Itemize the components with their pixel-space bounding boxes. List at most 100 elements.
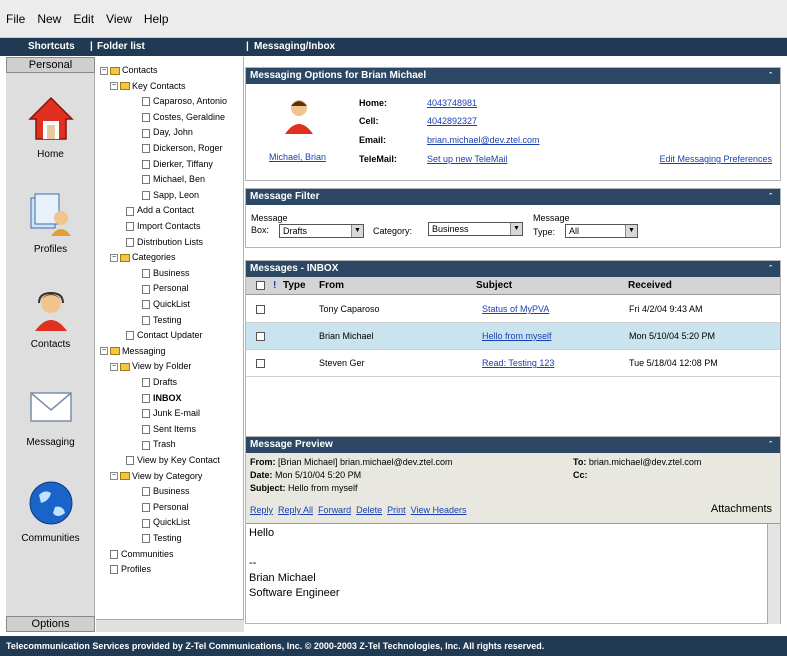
tree-item[interactable]: Sapp, Leon <box>142 189 199 201</box>
column-from[interactable]: From <box>319 280 344 291</box>
chevron-down-icon[interactable]: ▼ <box>510 223 522 235</box>
message-preview-panel: Message Preview ˆ From: [Brian Michael] … <box>245 436 781 624</box>
row-checkbox[interactable] <box>256 305 265 314</box>
row-checkbox[interactable] <box>256 332 265 341</box>
reply-link[interactable]: Reply <box>250 505 273 515</box>
tree-item[interactable]: Testing <box>142 532 182 544</box>
collapse-icon[interactable]: ˆ <box>769 189 772 205</box>
column-type[interactable]: Type <box>283 280 306 291</box>
footer-copyright: Telecommunication Services provided by Z… <box>0 636 787 656</box>
home-phone-link[interactable]: 4043748981 <box>427 98 477 108</box>
chevron-down-icon[interactable]: ▼ <box>351 225 363 237</box>
tree-item-label: Trash <box>153 439 176 450</box>
menu-file[interactable]: File <box>6 12 25 26</box>
tree-item[interactable]: − Messaging <box>100 345 166 357</box>
message-row[interactable]: Tony Caparoso Status of MyPVA Fri 4/2/04 9… <box>246 296 780 323</box>
collapse-toggle-icon[interactable]: − <box>110 253 118 262</box>
message-type-select[interactable]: All ▼ <box>565 224 638 238</box>
collapse-toggle-icon[interactable]: − <box>110 363 118 372</box>
column-received[interactable]: Received <box>628 280 672 291</box>
collapse-toggle-icon[interactable]: − <box>100 66 108 75</box>
message-body-scrollbar[interactable] <box>767 524 780 624</box>
menu-edit[interactable]: Edit <box>73 12 94 26</box>
menu-help[interactable]: Help <box>144 12 169 26</box>
delete-link[interactable]: Delete <box>356 505 382 515</box>
page-icon <box>142 315 150 325</box>
row-checkbox[interactable] <box>256 359 265 368</box>
message-box-select[interactable]: Drafts ▼ <box>279 224 364 238</box>
collapse-icon[interactable]: ˆ <box>769 68 772 84</box>
print-link[interactable]: Print <box>387 505 406 515</box>
collapse-icon[interactable]: ˆ <box>769 437 772 453</box>
tree-item[interactable]: QuickList <box>142 516 190 528</box>
message-subject-link[interactable]: Hello from myself <box>482 331 552 341</box>
attachments-label[interactable]: Attachments <box>711 503 772 515</box>
personal-tab[interactable]: Personal <box>6 57 95 73</box>
tree-item[interactable]: Sent Items <box>142 423 196 435</box>
tree-item[interactable]: Add a Contact <box>126 204 194 216</box>
column-subject[interactable]: Subject <box>476 280 512 291</box>
telemail-link[interactable]: Set up new TeleMail <box>427 154 507 164</box>
options-tab[interactable]: Options <box>6 616 95 632</box>
tree-item[interactable]: Personal <box>142 282 189 294</box>
forward-link[interactable]: Forward <box>318 505 351 515</box>
tree-item[interactable]: Trash <box>142 438 176 450</box>
tree-item[interactable]: Day, John <box>142 126 193 138</box>
message-box-label: Message <box>251 213 288 223</box>
tree-item[interactable]: − Key Contacts <box>110 80 186 92</box>
shortcut-messaging[interactable]: Messaging <box>6 383 95 448</box>
tree-item[interactable]: Drafts <box>142 376 177 388</box>
view-headers-link[interactable]: View Headers <box>411 505 467 515</box>
shortcut-contacts[interactable]: Contacts <box>6 285 95 350</box>
message-body[interactable]: Hello -- Brian Michael Software Engineer <box>246 523 780 624</box>
tree-item[interactable]: QuickList <box>142 298 190 310</box>
category-select[interactable]: Business ▼ <box>428 222 523 236</box>
shortcut-profiles[interactable]: Profiles <box>6 190 95 255</box>
message-row[interactable]: Steven Ger Read: Testing 123 Tue 5/18/04 1… <box>246 350 780 377</box>
tree-item[interactable]: Profiles <box>110 563 151 575</box>
menu-view[interactable]: View <box>106 12 132 26</box>
collapse-toggle-icon[interactable]: − <box>110 82 118 91</box>
tree-item[interactable]: Caparoso, Antonio <box>142 95 227 107</box>
email-link[interactable]: brian.michael@dev.ztel.com <box>427 135 540 145</box>
column-flag[interactable]: ! <box>273 280 276 291</box>
panel-title: Messages - INBOX <box>250 263 339 274</box>
tree-item[interactable]: − View by Folder <box>110 360 191 372</box>
message-subject-link[interactable]: Read: Testing 123 <box>482 358 554 368</box>
contact-name-link[interactable]: Michael, Brian <box>269 152 326 162</box>
collapse-icon[interactable]: ˆ <box>769 261 772 277</box>
shortcut-communities[interactable]: Communities <box>6 479 95 544</box>
tree-item[interactable]: Communities <box>110 548 174 560</box>
tree-item[interactable]: Dierker, Tiffany <box>142 158 213 170</box>
edit-preferences-link[interactable]: Edit Messaging Preferences <box>659 154 772 164</box>
shortcuts-sidebar: Personal Home Profiles Contacts Messagin… <box>6 57 95 632</box>
shortcut-home[interactable]: Home <box>6 95 95 160</box>
folder-tree-scrollbar[interactable] <box>96 619 244 632</box>
select-all-checkbox[interactable] <box>256 281 265 290</box>
tree-item[interactable]: Business <box>142 485 190 497</box>
message-subject-link[interactable]: Status of MyPVA <box>482 304 549 314</box>
tree-item[interactable]: INBOX <box>142 392 182 404</box>
tree-item[interactable]: Business <box>142 267 190 279</box>
tree-item[interactable]: Dickerson, Roger <box>142 142 223 154</box>
collapse-toggle-icon[interactable]: − <box>100 347 108 356</box>
tree-item[interactable]: − Categories <box>110 251 176 263</box>
tree-item[interactable]: Import Contacts <box>126 220 201 232</box>
reply-all-link[interactable]: Reply All <box>278 505 313 515</box>
tree-item[interactable]: Testing <box>142 314 182 326</box>
tree-item[interactable]: Personal <box>142 501 189 513</box>
tree-item-label: Testing <box>153 533 182 543</box>
tree-item[interactable]: Michael, Ben <box>142 173 205 185</box>
tree-item[interactable]: Junk E-mail <box>142 407 200 419</box>
menu-new[interactable]: New <box>37 12 61 26</box>
tree-item[interactable]: Contact Updater <box>126 329 203 341</box>
message-row[interactable]: Brian Michael Hello from myself Mon 5/10/0… <box>246 323 780 350</box>
chevron-down-icon[interactable]: ▼ <box>625 225 637 237</box>
tree-item[interactable]: Distribution Lists <box>126 236 203 248</box>
cell-phone-link[interactable]: 4042892327 <box>427 116 477 126</box>
tree-item[interactable]: − Contacts <box>100 64 158 76</box>
tree-item[interactable]: Costes, Geraldine <box>142 111 225 123</box>
tree-item[interactable]: − View by Category <box>110 470 202 482</box>
collapse-toggle-icon[interactable]: − <box>110 472 118 481</box>
tree-item[interactable]: View by Key Contact <box>126 454 220 466</box>
